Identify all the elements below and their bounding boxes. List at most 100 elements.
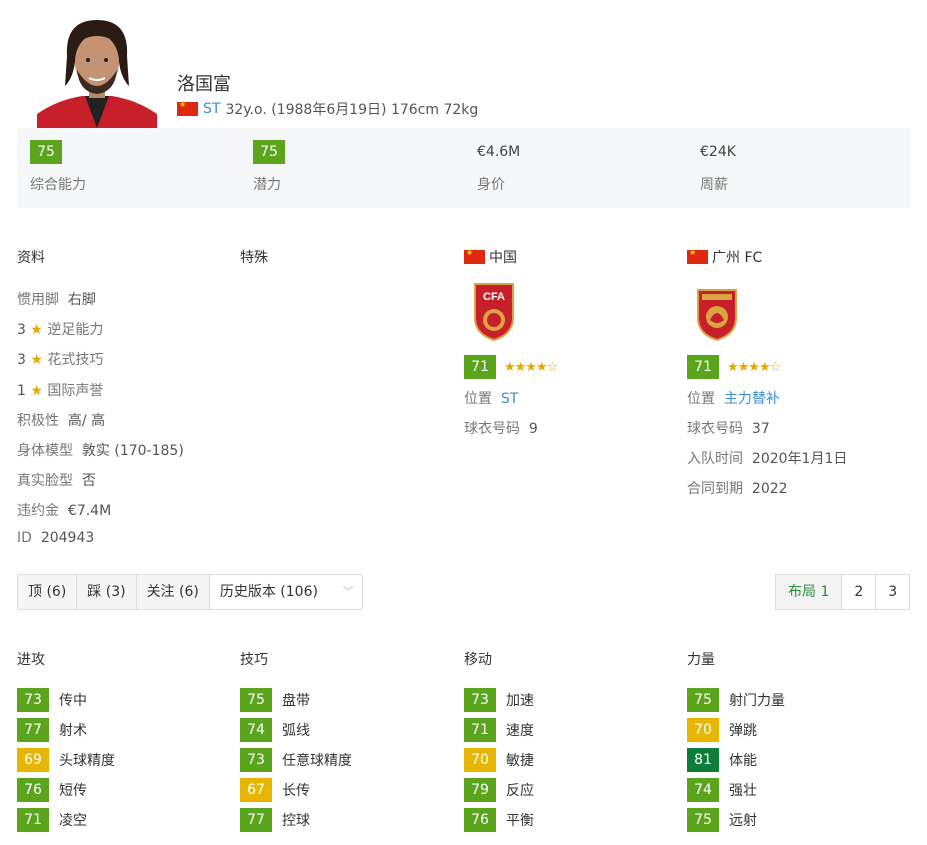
layout-3-button[interactable]: 3 <box>876 575 910 609</box>
player-meta: ST 32y.o. (1988年6月19日) 176cm 72kg <box>177 98 478 119</box>
layout-1-button[interactable]: 布局 1 <box>776 575 843 609</box>
national-number-label: 球衣号码 <box>464 421 520 437</box>
attribute-label: 传中 <box>59 693 87 709</box>
club-contract-label: 合同到期 <box>687 481 743 497</box>
attribute-label: 盘带 <box>282 693 310 709</box>
club-joined-label: 入队时间 <box>687 451 743 467</box>
reputation-label: 国际声誉 <box>47 383 104 399</box>
layout-2-button[interactable]: 2 <box>842 575 877 609</box>
summary-overall: 75 综合能力 <box>30 140 86 194</box>
club-number-row: 球衣号码 37 <box>687 418 770 438</box>
attribute-row: 71 凌空 <box>17 808 115 832</box>
attribute-row: 74 弧线 <box>240 718 352 742</box>
attribute-rating: 75 <box>687 688 719 712</box>
attribute-label: 射门力量 <box>729 693 785 709</box>
power-title: 力量 <box>687 652 715 668</box>
attribute-row: 73 任意球精度 <box>240 748 352 772</box>
attribute-rating: 81 <box>687 748 719 772</box>
body-type-row: 身体模型 敦实 (170-185) <box>17 440 184 460</box>
release-clause-value: €7.4M <box>67 503 112 519</box>
attribute-row: 75 射门力量 <box>687 688 785 712</box>
club-stars: ★★★★☆ <box>727 359 781 375</box>
national-position-link[interactable]: ST <box>501 391 518 407</box>
club-position-row: 位置 主力替补 <box>687 388 780 408</box>
wage-label: 周薪 <box>700 177 728 193</box>
attribute-label: 长传 <box>282 783 310 799</box>
weak-foot-label: 逆足能力 <box>47 322 104 338</box>
club-joined-row: 入队时间 2020年1月1日 <box>687 448 847 468</box>
player-id-value: 204943 <box>40 530 95 546</box>
attribute-rating: 71 <box>17 808 49 832</box>
potential-rating: 75 <box>253 140 285 164</box>
attribute-row: 74 强壮 <box>687 778 785 802</box>
summary-bar: 75 综合能力 75 潜力 €4.6M 身价 €24K 周薪 <box>17 128 911 208</box>
china-flag-icon <box>177 98 198 116</box>
release-clause-label: 违约金 <box>17 503 59 519</box>
national-team-header[interactable]: 中国 <box>464 246 517 267</box>
follow-button[interactable]: 关注 (6) <box>136 575 210 609</box>
body-type-label: 身体模型 <box>17 443 73 459</box>
attribute-rating: 70 <box>687 718 719 742</box>
work-rate-row: 积极性 高/ 高 <box>17 410 105 430</box>
attribute-label: 体能 <box>729 753 757 769</box>
summary-value: €4.6M 身价 <box>477 140 520 194</box>
dislike-button[interactable]: 踩 (3) <box>77 575 137 609</box>
traits-title: 特殊 <box>240 250 268 266</box>
national-stars: ★★★★☆ <box>504 359 558 375</box>
movement-list: 73 加速 71 速度 70 敏捷 79 反应 76 平衡 <box>464 688 534 838</box>
attribute-row: 70 弹跳 <box>687 718 785 742</box>
cfa-badge-icon[interactable]: CFA <box>472 282 516 346</box>
weak-foot-num: 3 <box>17 322 26 338</box>
attribute-rating: 74 <box>240 718 272 742</box>
potential-label: 潜力 <box>253 177 281 193</box>
attribute-row: 75 盘带 <box>240 688 352 712</box>
player-name: 洛国富 <box>177 74 231 95</box>
club-name[interactable]: 广州 FC <box>712 247 762 267</box>
player-position-link[interactable]: ST <box>203 101 220 117</box>
attribute-label: 头球精度 <box>59 753 115 769</box>
attribute-row: 77 射术 <box>17 718 115 742</box>
attribute-label: 反应 <box>506 783 534 799</box>
skill-moves-label: 花式技巧 <box>47 352 104 368</box>
attribute-rating: 73 <box>464 688 496 712</box>
chevron-down-icon: ﹀ <box>342 585 354 598</box>
attribute-label: 凌空 <box>59 813 87 829</box>
national-team-name[interactable]: 中国 <box>489 247 517 267</box>
value-amount: €4.6M <box>477 144 521 160</box>
power-list: 75 射门力量 70 弹跳 81 体能 74 强壮 75 远射 <box>687 688 785 838</box>
attribute-row: 73 传中 <box>17 688 115 712</box>
attribute-rating: 76 <box>17 778 49 802</box>
club-header[interactable]: 广州 FC <box>687 246 762 267</box>
club-contract-value: 2022 <box>751 481 788 497</box>
history-version-value: 历史版本 (106) <box>219 584 318 600</box>
club-badge-icon[interactable] <box>694 284 740 346</box>
national-rating-row: 71 ★★★★☆ <box>464 355 558 379</box>
work-rate-label: 积极性 <box>17 413 59 429</box>
player-id-label: ID <box>17 530 32 546</box>
attribute-row: 76 平衡 <box>464 808 534 832</box>
layout-pager: 布局 1 2 3 <box>775 574 911 610</box>
attribute-row: 76 短传 <box>17 778 115 802</box>
attacking-list: 73 传中 77 射术 69 头球精度 76 短传 71 凌空 <box>17 688 115 838</box>
attribute-rating: 75 <box>240 688 272 712</box>
like-button[interactable]: 顶 (6) <box>18 575 78 609</box>
summary-potential: 75 潜力 <box>253 140 285 194</box>
club-number-value: 37 <box>751 421 770 437</box>
attribute-label: 敏捷 <box>506 753 534 769</box>
svg-text:CFA: CFA <box>483 291 505 303</box>
wage-amount: €24K <box>700 144 736 160</box>
attribute-row: 81 体能 <box>687 748 785 772</box>
club-rating: 71 <box>687 355 719 379</box>
attribute-label: 控球 <box>282 813 310 829</box>
history-version-select[interactable]: 历史版本 (106) ﹀ <box>209 575 362 609</box>
work-rate-value: 高/ 高 <box>67 413 106 429</box>
summary-wage: €24K 周薪 <box>700 140 736 194</box>
attribute-rating: 76 <box>464 808 496 832</box>
attribute-label: 射术 <box>59 723 87 739</box>
value-label: 身价 <box>477 177 505 193</box>
release-clause-row: 违约金 €7.4M <box>17 500 111 520</box>
club-position-link[interactable]: 主力替补 <box>724 391 780 407</box>
attribute-rating: 67 <box>240 778 272 802</box>
club-contract-row: 合同到期 2022 <box>687 478 788 498</box>
club-number-label: 球衣号码 <box>687 421 743 437</box>
